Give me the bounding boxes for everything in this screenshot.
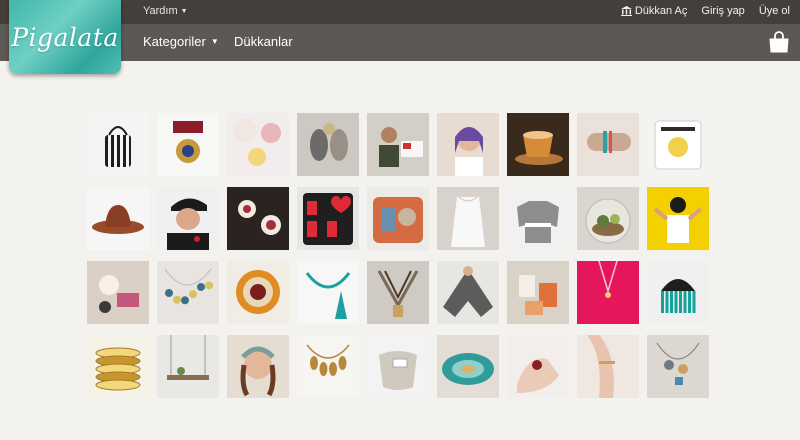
- product-image: [167, 335, 209, 380]
- product-image: [585, 198, 631, 244]
- product-image: [95, 347, 141, 391]
- product-thumbnail-man-in-cap[interactable]: [157, 187, 219, 250]
- shops-link[interactable]: Dükkanlar: [234, 34, 293, 49]
- product-thumbnail-retro-clock[interactable]: [227, 261, 289, 324]
- logo-text: Pigalata: [11, 22, 119, 52]
- product-image: [105, 126, 131, 167]
- product-image: [598, 261, 618, 298]
- signup-link[interactable]: Üye ol: [759, 5, 790, 17]
- product-thumbnail-white-top[interactable]: [437, 187, 499, 250]
- product-thumbnail-yarn-and-flowers[interactable]: [227, 113, 289, 176]
- product-thumbnail-grey-sweater[interactable]: [507, 187, 569, 250]
- product-thumbnail-bead-necklaces[interactable]: [157, 261, 219, 324]
- product-thumbnail-arm-cuff[interactable]: [577, 335, 639, 398]
- product-image: [306, 344, 350, 376]
- logo[interactable]: Pigalata: [9, 0, 121, 74]
- product-image: [238, 200, 281, 235]
- product-thumbnail-vintage-brooches[interactable]: [297, 113, 359, 176]
- chevron-down-icon: ▼: [210, 37, 219, 46]
- product-thumbnail-ceramic-plates[interactable]: [437, 335, 499, 398]
- product-thumbnail-red-ring-hand[interactable]: [507, 335, 569, 398]
- product-thumbnail-orange-tags[interactable]: [507, 261, 569, 324]
- product-thumbnail-leather-necklace[interactable]: [367, 261, 429, 324]
- help-label: Yardım: [143, 5, 178, 17]
- product-thumbnail-turquoise-tassel[interactable]: [297, 261, 359, 324]
- product-image: [587, 335, 615, 398]
- shop-icon: [620, 6, 632, 16]
- product-thumbnail-grey-poncho[interactable]: [437, 261, 499, 324]
- product-image: [455, 127, 483, 176]
- product-image: [236, 270, 280, 314]
- product-image: [379, 127, 423, 167]
- help-menu[interactable]: Yardım ▼: [143, 5, 188, 17]
- product-thumbnail-striped-bucket-bag[interactable]: [87, 113, 149, 176]
- account-links: Dükkan Aç Giriş yap Üye ol: [620, 5, 790, 17]
- product-thumbnail-yellow-wall-girl[interactable]: [647, 187, 709, 250]
- chevron-down-icon: ▼: [180, 7, 188, 15]
- product-image: [157, 187, 219, 250]
- shopping-bag-icon[interactable]: [768, 31, 790, 53]
- product-thumbnail-gold-necklace[interactable]: [297, 335, 359, 398]
- product-thumbnail-pink-jewelry[interactable]: [87, 261, 149, 324]
- product-image: [233, 119, 281, 166]
- product-image: [99, 275, 139, 313]
- product-thumbnail-mandala-earrings[interactable]: [227, 187, 289, 250]
- product-image: [303, 193, 353, 245]
- categories-label: Kategoriler: [143, 34, 206, 49]
- product-thumbnail-stacked-bracelets[interactable]: [87, 335, 149, 398]
- product-image: [519, 275, 557, 315]
- categories-menu[interactable]: Kategoriler ▼: [143, 34, 219, 49]
- product-thumbnail-teal-fringe-hat[interactable]: [647, 261, 709, 324]
- open-shop-link[interactable]: Dükkan Aç: [620, 5, 688, 17]
- product-image: [173, 121, 203, 163]
- product-image: [515, 131, 563, 165]
- product-image: [442, 353, 494, 385]
- product-grid: [87, 113, 713, 400]
- product-image: [653, 197, 703, 243]
- product-thumbnail-hanging-shelf[interactable]: [157, 335, 219, 398]
- product-thumbnail-medal-brooch[interactable]: [157, 113, 219, 176]
- product-image: [661, 279, 696, 313]
- open-shop-label: Dükkan Aç: [634, 5, 688, 17]
- product-thumbnail-women-reading[interactable]: [367, 113, 429, 176]
- product-image: [92, 205, 144, 234]
- product-thumbnail-brown-felt-hat[interactable]: [87, 187, 149, 250]
- product-image: [587, 131, 631, 153]
- product-image: [654, 120, 702, 170]
- product-thumbnail-woman-portrait[interactable]: [437, 113, 499, 176]
- product-image: [305, 272, 351, 319]
- product-thumbnail-pink-backdrop-necklace[interactable]: [577, 261, 639, 324]
- product-image: [379, 351, 417, 390]
- product-image: [373, 197, 423, 243]
- product-image: [517, 358, 559, 393]
- product-image: [377, 270, 419, 317]
- product-thumbnail-illustrated-pillow[interactable]: [647, 113, 709, 176]
- product-image: [240, 346, 276, 397]
- product-image: [310, 123, 348, 161]
- product-image: [443, 266, 493, 317]
- product-image: [164, 268, 213, 305]
- product-thumbnail-charm-necklace[interactable]: [647, 335, 709, 398]
- product-image: [656, 342, 700, 385]
- login-link[interactable]: Giriş yap: [701, 5, 744, 17]
- product-thumbnail-terrarium[interactable]: [577, 187, 639, 250]
- product-thumbnail-love-pillow[interactable]: [297, 187, 359, 250]
- product-thumbnail-canvas-pouch[interactable]: [367, 335, 429, 398]
- product-thumbnail-orange-ceramic-cup[interactable]: [507, 113, 569, 176]
- product-image: [437, 187, 499, 250]
- product-image: [517, 201, 559, 243]
- product-thumbnail-patchwork-cushions[interactable]: [367, 187, 429, 250]
- product-thumbnail-bracelets-on-wrist[interactable]: [577, 113, 639, 176]
- product-thumbnail-flower-crown-woman[interactable]: [227, 335, 289, 398]
